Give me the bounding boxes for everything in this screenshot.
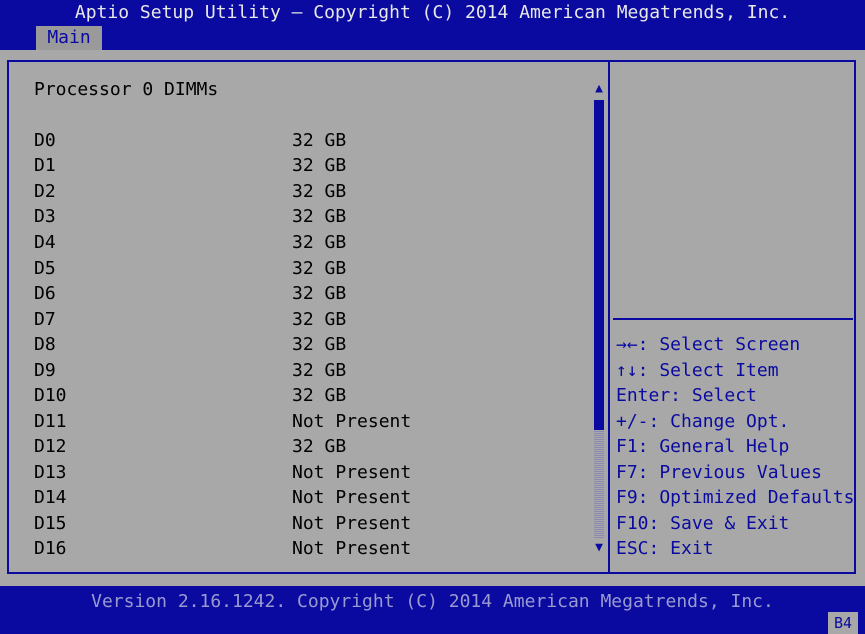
dimm-row-d0: D0 32 GB (34, 128, 346, 153)
dimm-value: 32 GB (292, 155, 347, 176)
dimm-value: 32 GB (292, 258, 347, 279)
dimm-value: Not Present (292, 513, 412, 534)
dimm-value: 32 GB (292, 232, 347, 253)
dimm-label: D1 (34, 155, 56, 176)
dimm-value: Not Present (292, 411, 412, 432)
dimm-row-d11: D11 Not Present (34, 409, 411, 434)
dimm-value: 32 GB (292, 130, 347, 151)
dimm-value: Not Present (292, 462, 412, 483)
dimm-row-d8: D8 32 GB (34, 332, 346, 357)
scroll-down-arrow-icon[interactable]: ▼ (593, 541, 605, 554)
scroll-up-arrow-icon[interactable]: ▲ (593, 82, 605, 95)
dimm-value: 32 GB (292, 385, 347, 406)
section-title-label: Processor 0 DIMMs (34, 79, 219, 100)
dimm-row-d13: D13 Not Present (34, 460, 411, 485)
dimm-label: D14 (34, 487, 67, 508)
tab-main[interactable]: Main (36, 26, 102, 50)
help-previous-values: F7: Previous Values (616, 462, 822, 483)
dimm-label: D0 (34, 130, 56, 151)
help-select-screen: →←: Select Screen (616, 334, 801, 355)
help-separator (613, 318, 853, 320)
dimm-label: D15 (34, 513, 67, 534)
dimm-row-d4: D4 32 GB (34, 230, 346, 255)
dimm-label: D6 (34, 283, 56, 304)
window-title: Aptio Setup Utility – Copyright (C) 2014… (74, 2, 791, 23)
dimm-row-d3: D3 32 GB (34, 204, 346, 229)
dimm-row-d14: D14 Not Present (34, 485, 411, 510)
dimm-label: D8 (34, 334, 56, 355)
dimm-value: 32 GB (292, 181, 347, 202)
dimm-row-d7: D7 32 GB (34, 307, 346, 332)
dimm-value: 32 GB (292, 206, 347, 227)
dimm-value: 32 GB (292, 283, 347, 304)
dimm-row-d12: D12 32 GB (34, 434, 346, 459)
dimm-label: D2 (34, 181, 56, 202)
help-divider (608, 60, 610, 574)
section-title: Processor 0 DIMMs (34, 77, 218, 102)
dimm-row-d10: D10 32 GB (34, 383, 346, 408)
help-save-exit: F10: Save & Exit (616, 513, 790, 534)
dimm-value: 32 GB (292, 360, 347, 381)
dimm-value: 32 GB (292, 334, 347, 355)
dimm-value: Not Present (292, 538, 412, 559)
help-select-item: ↑↓: Select Item (616, 360, 779, 381)
dimm-row-d1: D1 32 GB (34, 153, 346, 178)
dimm-row-d9: D9 32 GB (34, 358, 346, 383)
help-general-help: F1: General Help (616, 436, 790, 457)
dimm-label: D10 (34, 385, 67, 406)
help-esc-exit: ESC: Exit (616, 538, 714, 559)
dimm-row-d6: D6 32 GB (34, 281, 346, 306)
dimm-row-d5: D5 32 GB (34, 256, 346, 281)
help-enter-select: Enter: Select (616, 385, 757, 406)
dimm-value: Not Present (292, 487, 412, 508)
dimm-row-d16: D16 Not Present (34, 536, 411, 561)
dimm-label: D4 (34, 232, 56, 253)
dimm-label: D13 (34, 462, 67, 483)
dimm-label: D16 (34, 538, 67, 559)
dimm-row-d15: D15 Not Present (34, 511, 411, 536)
dimm-value: 32 GB (292, 436, 347, 457)
dimm-label: D11 (34, 411, 67, 432)
dimm-label: D12 (34, 436, 67, 457)
dimm-value: 32 GB (292, 309, 347, 330)
dimm-row-d2: D2 32 GB (34, 179, 346, 204)
scrollbar-thumb[interactable] (594, 100, 604, 430)
dimm-label: D9 (34, 360, 56, 381)
post-code-badge: B4 (828, 612, 858, 634)
dimm-label: D7 (34, 309, 56, 330)
dimm-label: D5 (34, 258, 56, 279)
version-footer: Version 2.16.1242. Copyright (C) 2014 Am… (91, 591, 774, 612)
dimm-label: D3 (34, 206, 56, 227)
help-optimized-defaults: F9: Optimized Defaults (616, 487, 855, 508)
help-change-opt: +/-: Change Opt. (616, 411, 790, 432)
